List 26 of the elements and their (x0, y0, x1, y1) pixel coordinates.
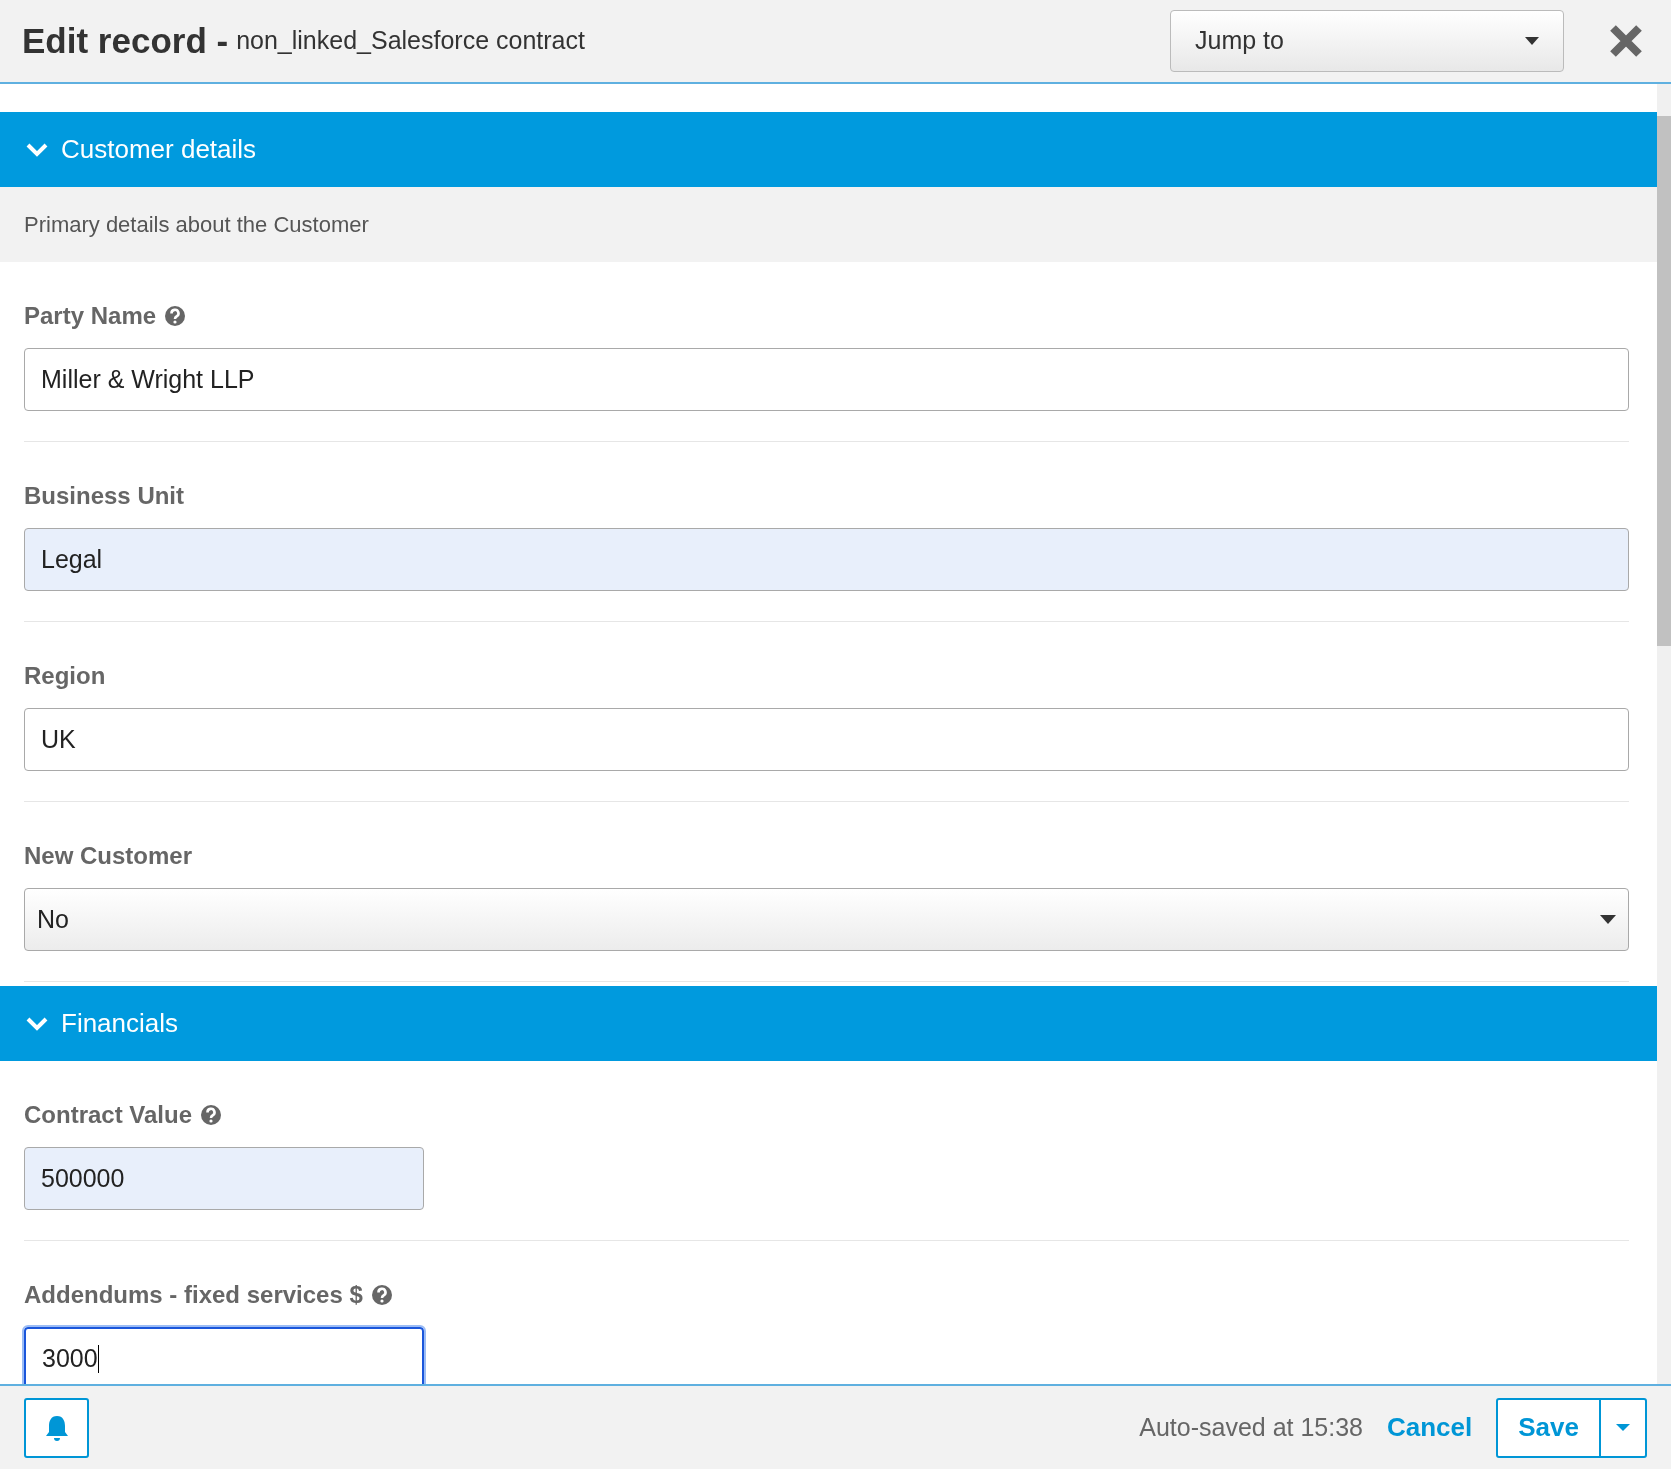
caret-icon (1600, 914, 1616, 925)
input-field[interactable]: 500000 (24, 1147, 424, 1210)
field-label: Region (24, 661, 106, 691)
notification-button[interactable] (24, 1397, 89, 1458)
input-field[interactable]: UK (24, 708, 1629, 771)
caret-icon (1525, 36, 1539, 46)
jump-to-dropdown[interactable]: Jump to (1170, 10, 1564, 72)
section-description: Primary details about the Customer (24, 211, 369, 239)
help-icon[interactable] (200, 1104, 223, 1126)
field-label: New Customer (24, 841, 193, 871)
field-label: Addendums - fixed services $ (24, 1280, 363, 1310)
field-label: Contract Value (24, 1100, 193, 1130)
select-field[interactable]: No (24, 888, 1629, 951)
input-field[interactable]: 3000 (24, 1327, 424, 1384)
field-label: Business Unit (24, 481, 185, 511)
record-name: non_linked_Salesforce contract (236, 25, 585, 57)
help-icon[interactable] (164, 305, 187, 327)
autosave-status: Auto-saved at 15:38 (1139, 1411, 1363, 1443)
input-field[interactable]: Legal (24, 528, 1629, 591)
field-label: Party Name (24, 301, 157, 331)
bell-icon (43, 1413, 70, 1442)
help-icon[interactable] (370, 1284, 393, 1306)
caret-icon (1616, 1423, 1630, 1432)
dialog-title: Edit record - (22, 19, 229, 62)
close-icon[interactable] (1609, 24, 1643, 58)
input-field[interactable]: Miller & Wright LLP (24, 348, 1629, 411)
